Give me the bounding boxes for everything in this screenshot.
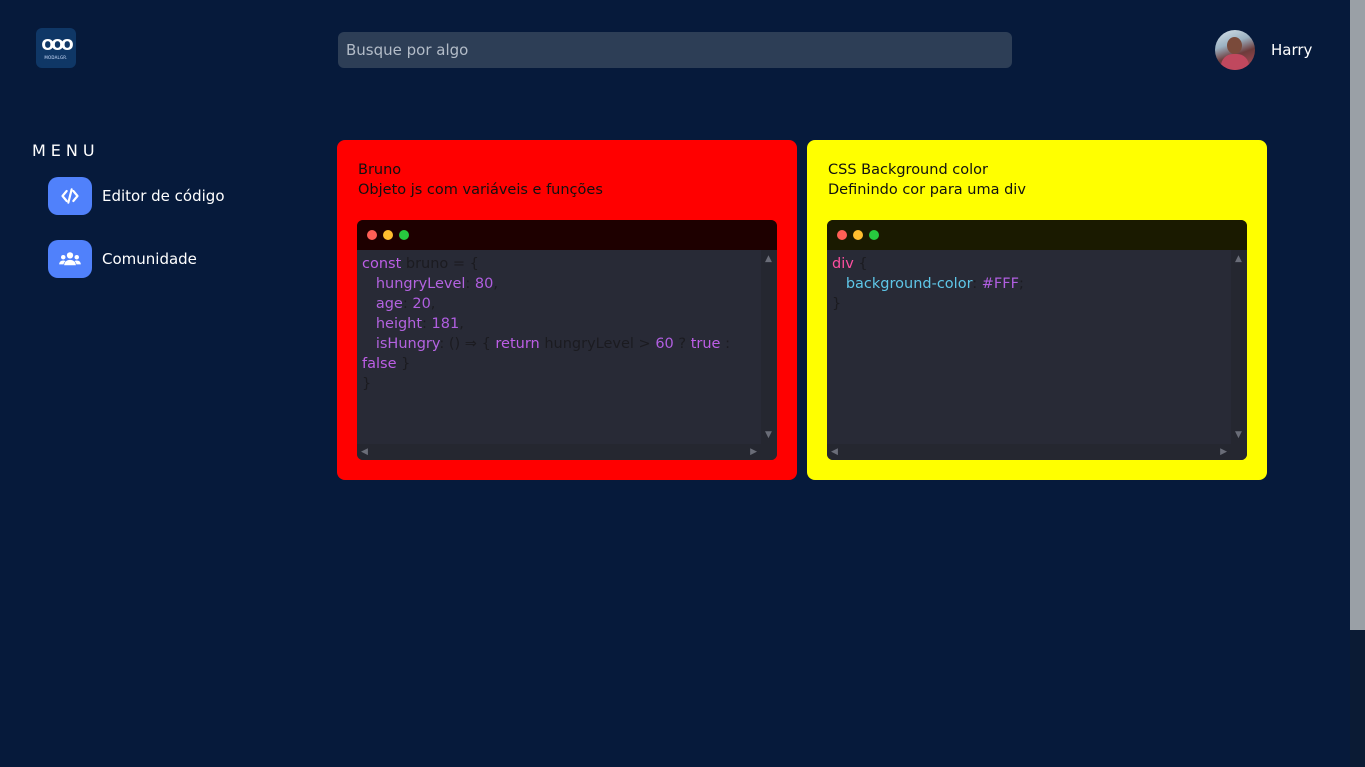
project-card[interactable]: CSS Background color Definindo cor para … bbox=[807, 140, 1267, 480]
scroll-up-icon[interactable]: ▲ bbox=[765, 254, 772, 264]
card-title: CSS Background color bbox=[828, 162, 988, 178]
sidebar-item-label: Comunidade bbox=[102, 250, 197, 268]
page-scroll-thumb[interactable] bbox=[1350, 0, 1365, 630]
page-scrollbar[interactable] bbox=[1350, 0, 1365, 767]
window-dot-yellow bbox=[853, 230, 863, 240]
sidebar-item-label: Editor de código bbox=[102, 187, 225, 205]
editor-toolbar bbox=[357, 220, 777, 250]
logo-mark: OOO bbox=[41, 35, 73, 54]
avatar[interactable] bbox=[1215, 30, 1255, 70]
card-description: Definindo cor para uma div bbox=[828, 182, 1026, 198]
sidebar-item-code-editor[interactable]: Editor de código bbox=[48, 177, 225, 215]
username: Harry bbox=[1271, 41, 1313, 59]
card-description: Objeto js com variáveis e funções bbox=[358, 182, 603, 198]
card-title: Bruno bbox=[358, 162, 402, 178]
window-dot-yellow bbox=[383, 230, 393, 240]
window-dot-red bbox=[367, 230, 377, 240]
menu-title: MENU bbox=[32, 141, 100, 160]
scroll-up-icon[interactable]: ▲ bbox=[1235, 254, 1242, 264]
window-dot-green bbox=[869, 230, 879, 240]
vertical-scrollbar[interactable]: ▲ ▼ bbox=[761, 250, 777, 444]
user-profile[interactable]: Harry bbox=[1215, 30, 1312, 70]
logo-text: MODALGR. bbox=[44, 54, 68, 60]
scroll-left-icon[interactable]: ◀ bbox=[831, 447, 838, 457]
scroll-left-icon[interactable]: ◀ bbox=[361, 447, 368, 457]
code-icon bbox=[48, 177, 92, 215]
scroll-right-icon[interactable]: ▶ bbox=[750, 447, 757, 457]
scroll-down-icon[interactable]: ▼ bbox=[765, 430, 772, 440]
horizontal-scrollbar[interactable]: ◀ ▶ bbox=[827, 444, 1247, 460]
scroll-right-icon[interactable]: ▶ bbox=[1220, 447, 1227, 457]
editor-toolbar bbox=[827, 220, 1247, 250]
vertical-scrollbar[interactable]: ▲ ▼ bbox=[1231, 250, 1247, 444]
code-content[interactable]: const bruno = { hungryLevel: 80, age: 20… bbox=[357, 250, 761, 444]
scroll-down-icon[interactable]: ▼ bbox=[1235, 430, 1242, 440]
window-dot-green bbox=[399, 230, 409, 240]
window-dot-red bbox=[837, 230, 847, 240]
code-editor-preview[interactable]: const bruno = { hungryLevel: 80, age: 20… bbox=[357, 220, 777, 460]
search-input[interactable] bbox=[338, 32, 1012, 68]
horizontal-scrollbar[interactable]: ◀ ▶ bbox=[357, 444, 777, 460]
project-card[interactable]: Bruno Objeto js com variáveis e funções … bbox=[337, 140, 797, 480]
code-editor-preview[interactable]: div { background-color: #FFF; } ▲ ▼ ◀ ▶ bbox=[827, 220, 1247, 460]
sidebar-item-community[interactable]: Comunidade bbox=[48, 240, 197, 278]
code-content[interactable]: div { background-color: #FFF; } bbox=[827, 250, 1231, 444]
users-icon bbox=[48, 240, 92, 278]
app-logo[interactable]: OOO MODALGR. bbox=[36, 28, 76, 68]
